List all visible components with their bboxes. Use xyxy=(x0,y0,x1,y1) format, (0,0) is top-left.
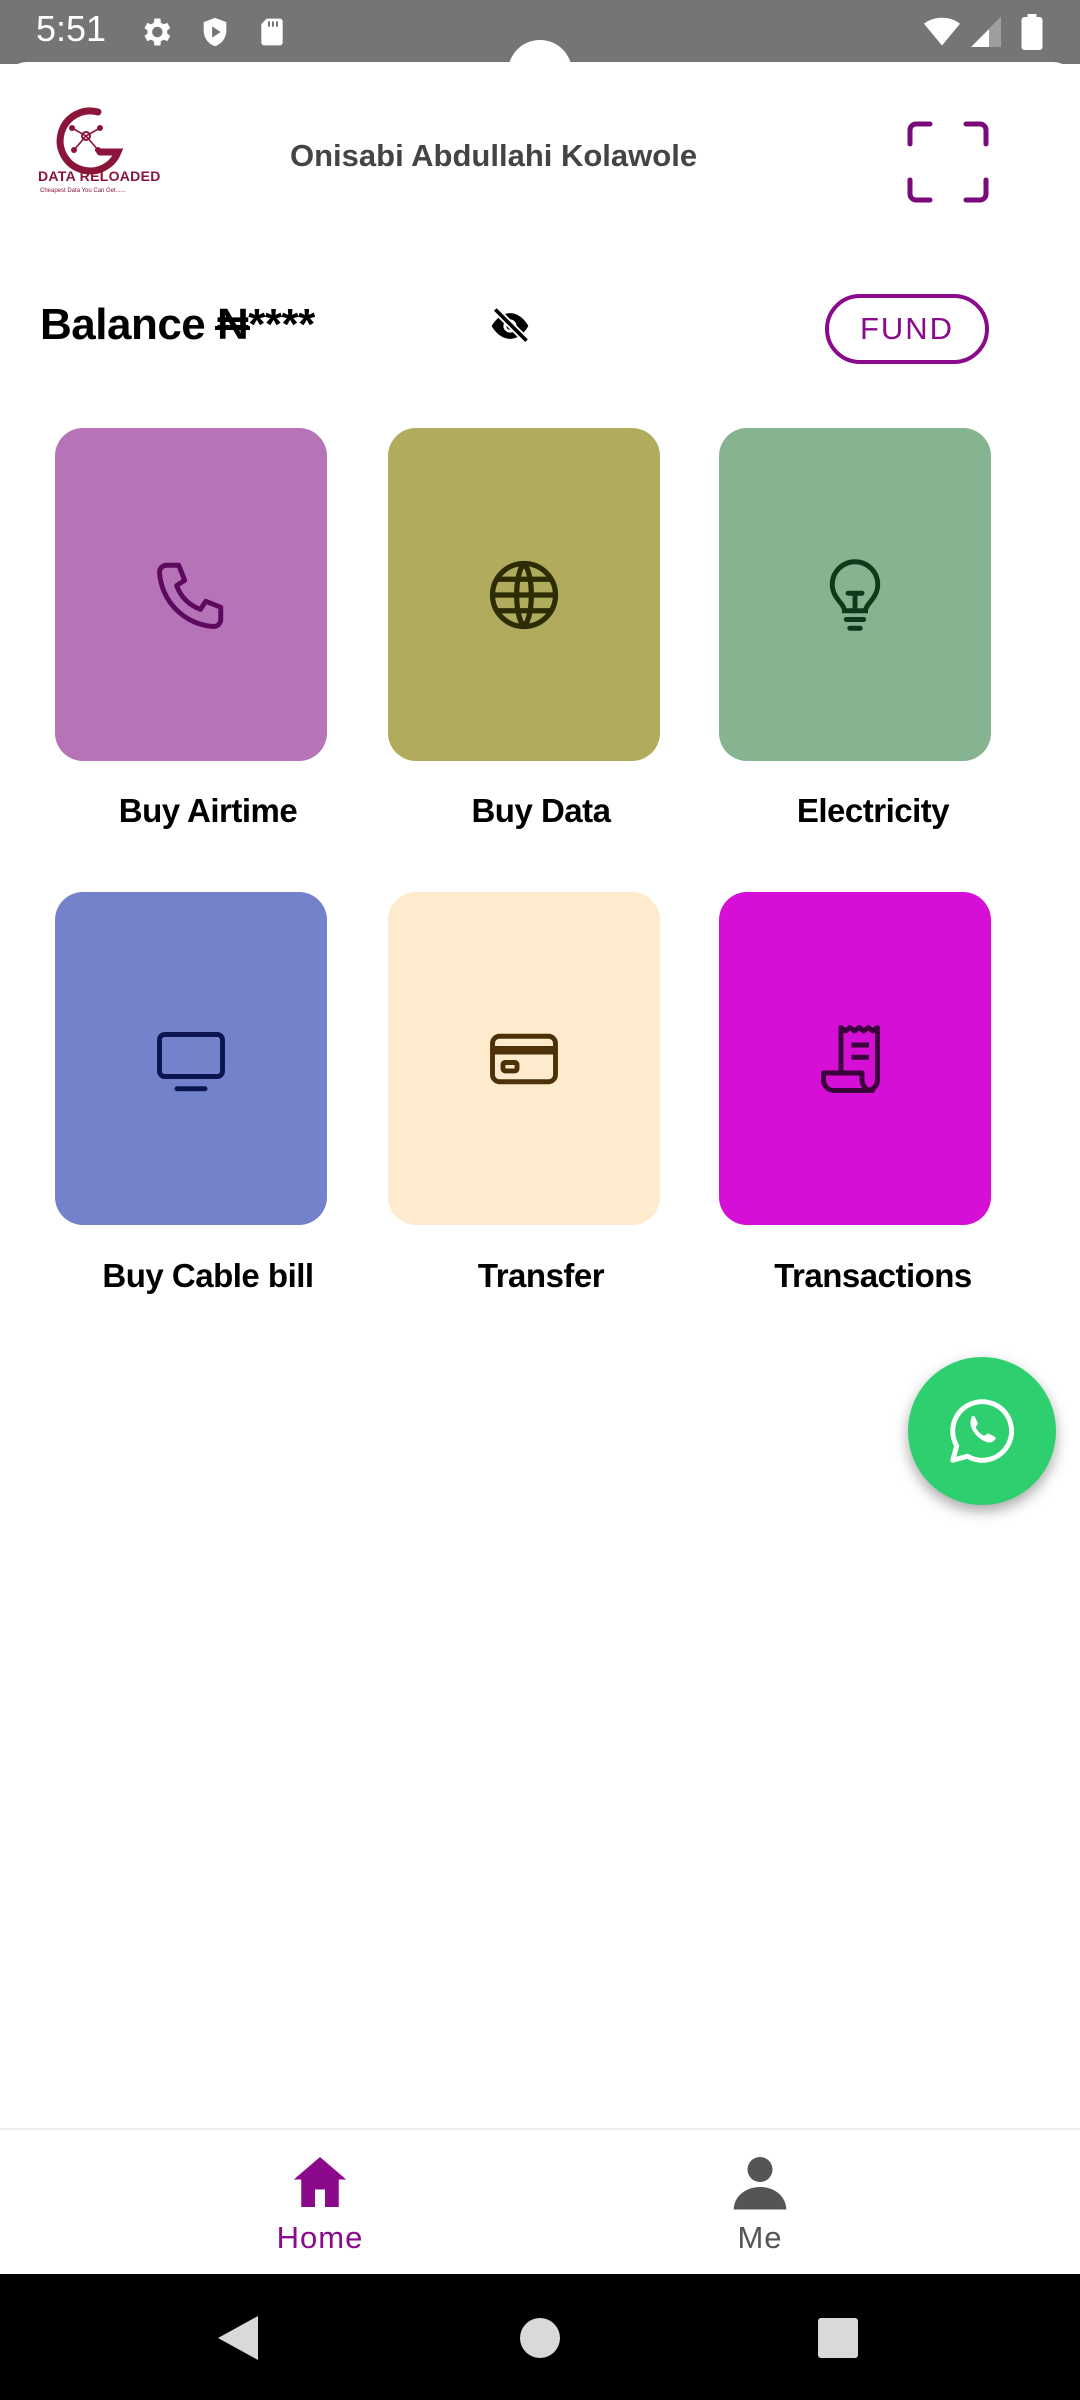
eye-off-icon[interactable] xyxy=(486,304,534,348)
tile-label: Buy Data xyxy=(471,792,611,829)
tile-label: Transactions xyxy=(774,1257,972,1294)
system-navigation-bar xyxy=(0,2274,1080,2400)
receipt-icon xyxy=(821,1024,880,1093)
tile-transfer[interactable] xyxy=(388,892,660,1225)
signal-icon xyxy=(971,17,1001,47)
tile-buy-airtime[interactable] xyxy=(55,428,327,761)
tile-label: Buy Airtime xyxy=(118,792,298,829)
phone-icon xyxy=(157,562,224,629)
tv-icon xyxy=(157,1031,225,1091)
user-name: Onisabi Abdullahi Kolawole xyxy=(290,138,698,173)
data-reloaded-logo xyxy=(56,107,124,175)
tile-electricity[interactable] xyxy=(719,428,991,761)
lightbulb-icon xyxy=(829,558,881,631)
person-icon xyxy=(733,2157,787,2210)
battery-icon xyxy=(1021,14,1043,50)
tile-buy-cable-bill[interactable] xyxy=(55,892,327,1225)
tile-buy-data[interactable] xyxy=(388,428,660,761)
whatsapp-button[interactable] xyxy=(908,1357,1056,1505)
credit-card-icon xyxy=(490,1033,558,1084)
nav-label-me: Me xyxy=(737,2220,783,2255)
logo-tagline: Cheapest Data You Can Get...... xyxy=(40,188,126,194)
tile-transactions[interactable] xyxy=(719,892,991,1225)
recents-icon[interactable] xyxy=(818,2318,858,2358)
logo-brand-text: DATA RELOADED xyxy=(38,168,161,184)
tile-label: Electricity xyxy=(796,792,950,829)
balance-amount: **** xyxy=(248,300,315,349)
globe-icon xyxy=(489,560,559,629)
shield-icon xyxy=(203,17,227,47)
gear-icon xyxy=(144,18,171,46)
sd-card-icon xyxy=(261,18,283,46)
status-time: 5:51 xyxy=(36,8,107,49)
tile-label: Transfer xyxy=(477,1257,605,1294)
whatsapp-icon xyxy=(950,1399,1015,1463)
wifi-icon xyxy=(924,17,960,46)
balance-label: Balance xyxy=(40,300,206,349)
back-icon[interactable] xyxy=(218,2316,258,2360)
fund-button[interactable]: FUND xyxy=(825,294,989,364)
tile-label: Buy Cable bill xyxy=(102,1257,314,1294)
bottom-navigation: Home Me xyxy=(0,2128,1080,2274)
nav-item-me[interactable]: Me xyxy=(490,2130,1030,2276)
home-circle-icon[interactable] xyxy=(520,2318,560,2358)
scan-frame-icon[interactable] xyxy=(906,120,990,204)
home-icon xyxy=(293,2157,347,2207)
currency-symbol: ₦ xyxy=(214,300,251,349)
balance-display: Balance ₦**** xyxy=(40,300,315,350)
